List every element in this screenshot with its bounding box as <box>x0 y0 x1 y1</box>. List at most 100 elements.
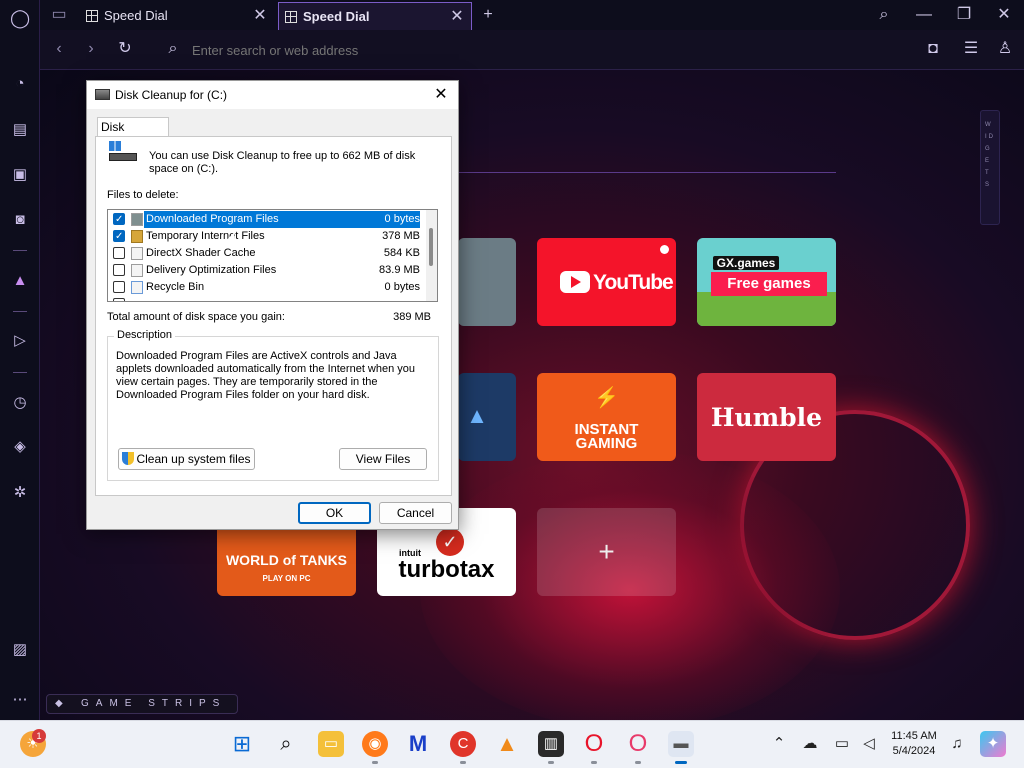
volume-icon[interactable]: ◁ <box>856 731 882 757</box>
camera-icon[interactable]: ◘ <box>922 38 944 60</box>
start-icon[interactable]: ⊞ <box>229 731 255 757</box>
list-item[interactable]: Recycle Bin 0 bytes <box>108 279 426 296</box>
gamepad-icon[interactable]: ▭ <box>48 4 70 26</box>
tile-game-partial-2[interactable]: ▲ <box>458 373 516 461</box>
firefox-icon[interactable]: ◉ <box>362 731 388 757</box>
account-icon[interactable]: ♙ <box>994 38 1016 60</box>
system-clock[interactable]: 11:45 AM 5/4/2024 <box>884 729 944 759</box>
opera-gx-icon[interactable]: O <box>625 731 651 757</box>
forward-icon[interactable]: › <box>80 38 102 60</box>
live-dot-icon <box>660 245 669 254</box>
twitch-icon[interactable]: ▣ <box>10 165 30 185</box>
total-gain-value: 389 MB <box>393 311 431 323</box>
reload-icon[interactable]: ↻ <box>114 38 136 60</box>
windows-taskbar: ☀ 1 ⊞ ⌕ ▭ ◉ M C ▲ ▥ O O ▬ ⌃ ☁ ▭ ◁ 11:45 … <box>0 720 1024 768</box>
tile-gx-games[interactable]: GX.games Free games <box>697 238 836 326</box>
tile-game-partial-1[interactable] <box>458 238 516 326</box>
tab-disk-cleanup[interactable]: Disk Cleanup <box>97 117 169 152</box>
tab-search-icon[interactable]: ⌕ <box>864 0 904 30</box>
game-strips-icon: ◆ <box>55 698 63 709</box>
tile-instant-gaming[interactable]: ⚡ INSTANT GAMING <box>537 373 676 461</box>
copilot-icon[interactable]: ✦ <box>980 731 1006 757</box>
gx-corner-icon[interactable]: ▲ <box>10 271 30 291</box>
malwarebytes-icon[interactable]: M <box>405 731 431 757</box>
ok-button[interactable]: OK <box>298 502 371 524</box>
file-name: Recycle Bin <box>146 281 205 293</box>
disk-cleanup-icon <box>95 89 110 100</box>
dialog-titlebar[interactable]: Disk Cleanup for (C:) ✕ <box>87 81 458 109</box>
ccleaner-icon[interactable]: C <box>450 731 476 757</box>
tile-add[interactable]: + <box>537 508 676 596</box>
list-item[interactable]: Downloaded Program Files 0 bytes <box>108 211 426 228</box>
speed-dial-icon <box>86 10 98 22</box>
intro-text: You can use Disk Cleanup to free up to 6… <box>149 150 416 175</box>
search-icon: ⌕ <box>168 40 178 57</box>
file-name: Temporary Internet Files <box>146 230 265 242</box>
game-strips-bar[interactable]: ◆ GAME STRIPS <box>46 694 238 714</box>
list-item[interactable]: Temporary Internet Files 378 MB <box>108 228 426 245</box>
network-icon[interactable]: ▭ <box>829 731 855 757</box>
minimize-button[interactable]: — <box>904 0 944 30</box>
gx-store-icon[interactable]: ▤ <box>10 120 30 140</box>
list-item-partial[interactable] <box>108 296 426 301</box>
close-window-button[interactable]: ✕ <box>984 0 1024 30</box>
player-icon[interactable]: ▷ <box>10 331 30 351</box>
address-input[interactable] <box>190 40 790 60</box>
file-name: Downloaded Program Files <box>144 211 420 228</box>
tile-label: WORLD of TANKS <box>225 552 348 568</box>
tab-label: Speed Dial <box>104 8 168 23</box>
settings-icon[interactable]: ✲ <box>10 483 30 503</box>
back-icon[interactable]: ‹ <box>48 38 70 60</box>
widgets-handle[interactable]: WIDGETS <box>980 110 1000 225</box>
file-explorer-icon[interactable]: ▭ <box>318 731 344 757</box>
close-icon[interactable]: ✕ <box>447 3 467 31</box>
tile-label: turbotax <box>398 556 495 583</box>
checkbox[interactable] <box>113 211 125 228</box>
scrollbar-thumb[interactable] <box>429 228 433 266</box>
total-gain-label: Total amount of disk space you gain: <box>107 311 285 323</box>
chevron-up-icon[interactable]: ⌃ <box>766 731 792 757</box>
file-type-icon <box>131 213 143 226</box>
history-icon[interactable]: ◷ <box>10 393 30 413</box>
more-icon[interactable]: ⋯ <box>10 690 30 710</box>
tile-youtube[interactable]: YouTube <box>537 238 676 326</box>
close-dialog-button[interactable]: ✕ <box>430 84 452 106</box>
discord-icon[interactable]: ◙ <box>10 210 30 230</box>
checkbox[interactable] <box>113 281 125 293</box>
file-type-icon <box>131 247 143 260</box>
checkbox[interactable] <box>113 264 125 276</box>
list-item[interactable]: Delivery Optimization Files 83.9 MB <box>108 262 426 279</box>
tile-humble[interactable]: Humble <box>697 373 836 461</box>
notifications-bell-icon[interactable]: ♫ <box>944 731 970 757</box>
view-files-button[interactable]: View Files <box>339 448 427 470</box>
clean-up-system-files-button[interactable]: Clean up system files <box>118 448 255 470</box>
extensions-icon[interactable]: ◈ <box>10 437 30 457</box>
opera-icon[interactable]: O <box>581 731 607 757</box>
onedrive-icon[interactable]: ☁ <box>797 731 823 757</box>
checkbox[interactable] <box>113 228 125 245</box>
tile-label: YouTube <box>593 271 674 294</box>
tab-speed-dial-1[interactable]: Speed Dial ✕ <box>80 2 274 30</box>
game-strips-label: GAME STRIPS <box>81 698 227 709</box>
disk-cleanup-icon[interactable]: ▬ <box>668 731 694 757</box>
checkbox[interactable] <box>113 247 125 259</box>
app-icon[interactable]: ▥ <box>538 731 564 757</box>
list-scrollbar[interactable] <box>426 210 437 301</box>
gx-control-icon[interactable]: ◔ <box>10 74 30 94</box>
easy-setup-icon[interactable]: ☰ <box>960 38 982 60</box>
opera-gx-logo-icon[interactable]: ◯ <box>10 8 30 28</box>
tab-speed-dial-2[interactable]: Speed Dial ✕ <box>278 2 472 30</box>
list-item[interactable]: DirectX Shader Cache 584 KB <box>108 245 426 262</box>
restore-button[interactable]: ❐ <box>944 0 984 30</box>
new-tab-button[interactable]: + <box>476 0 500 30</box>
wallpaper-icon[interactable]: ▨ <box>10 640 30 660</box>
vlc-icon[interactable]: ▲ <box>494 731 520 757</box>
search-icon[interactable]: ⌕ <box>273 731 299 757</box>
checkbox[interactable] <box>113 298 125 301</box>
drive-icon <box>109 141 137 163</box>
files-to-delete-list[interactable]: Downloaded Program Files 0 bytes Tempora… <box>107 209 438 302</box>
youtube-play-icon <box>560 271 590 293</box>
close-icon[interactable]: ✕ <box>250 2 270 30</box>
file-size: 0 bytes <box>384 213 420 225</box>
cancel-button[interactable]: Cancel <box>379 502 452 524</box>
